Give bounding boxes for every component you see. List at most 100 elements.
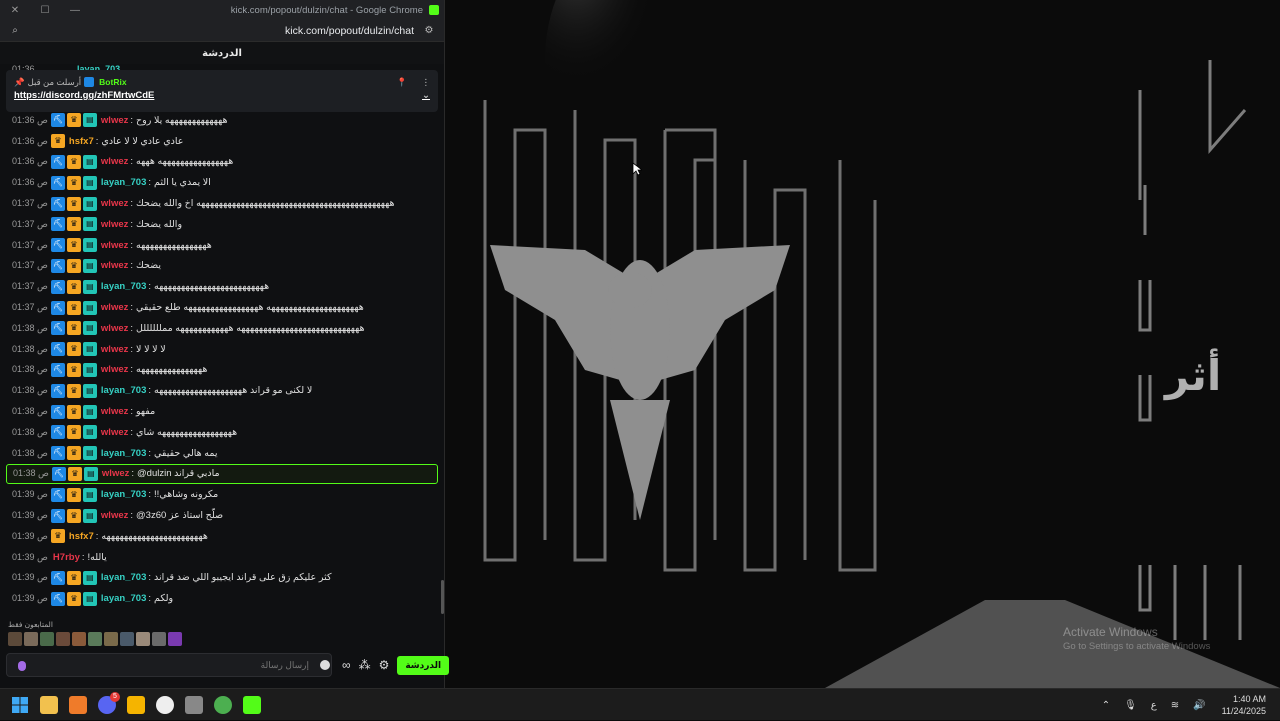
message-username[interactable]: layan_703 (101, 177, 146, 188)
chat-message[interactable]: 01:38 ص ⛏ ♛ ▤ wlwez: لا لا لا لا (6, 339, 438, 360)
search-icon[interactable]: ⌕ (8, 25, 22, 36)
chat-message[interactable]: 01:37 ص ⛏ ♛ ▤ wlwez: والله يضحك (6, 214, 438, 235)
emote[interactable] (152, 632, 166, 646)
chat-message[interactable]: 01:38 ص ⛏ ♛ ▤ layan_703: لا لكنى مو قراند ههه… (6, 380, 438, 401)
message-username[interactable]: wlwez (101, 344, 128, 355)
message-username[interactable]: wlwez (101, 198, 128, 209)
office-app-icon[interactable] (69, 695, 87, 714)
message-username[interactable]: layan_703 (101, 572, 146, 583)
followers-only-label: المتابعون فقط (8, 620, 53, 629)
message-username[interactable]: wlwez (102, 468, 129, 479)
gold-badge-icon: ♛ (66, 175, 81, 190)
message-username[interactable]: layan_703 (101, 593, 146, 604)
microphone-icon[interactable] (18, 661, 26, 671)
chat-message[interactable]: 01:36 ص ⛏ ♛ ▤ layan_703: الا يمدي يا الثم (6, 172, 438, 193)
microphone-tray-icon[interactable]: 🎙 (1124, 700, 1137, 711)
send-chat-button[interactable]: الدردشة (397, 655, 450, 675)
message-username[interactable]: wlwez (101, 219, 128, 230)
input-language[interactable]: ع (1151, 700, 1157, 711)
chat-message[interactable]: 01:39 ص ♛ hsfx7: هههههههههههههههههههههههه (6, 526, 438, 547)
chat-message[interactable]: 01:36 ص ⛏ ♛ ▤ wlwez: ههههههههههههههههه هههه (6, 152, 438, 173)
message-username[interactable]: wlwez (101, 427, 128, 438)
app-icon[interactable] (185, 695, 203, 714)
chat-message[interactable]: 01:39 ص ⛏ ♛ ▤ layan_703: !!مكرونه وشاهي (6, 484, 438, 505)
chat-message[interactable]: 01:38 ص ⛏ ♛ ▤ wlwez: هههههههههههههههههه شاي (6, 422, 438, 443)
maximize-window-button[interactable]: ☐ (30, 0, 60, 20)
message-username[interactable]: hsfx7 (69, 136, 94, 147)
chat-message[interactable]: 01:39 ص ⛏ ♛ ▤ wlwez: @3z60 صلّح استاذ عز (6, 505, 438, 526)
emote[interactable] (56, 632, 70, 646)
chat-message[interactable]: 01:36 ص ♛ hsfx7: عادي عادي لا لا عادي (6, 131, 438, 152)
message-username[interactable]: wlwez (101, 364, 128, 375)
chat-message[interactable]: 01:37 ص ⛏ ♛ ▤ wlwez: ههههههههههههههههه (6, 235, 438, 256)
emote[interactable] (88, 632, 102, 646)
pin-toggle-icon[interactable]: 📍 (397, 77, 408, 88)
emoji-picker-icon[interactable] (320, 660, 330, 670)
kick-app-icon[interactable] (243, 695, 261, 714)
message-timestamp: 01:39 ص (12, 530, 48, 541)
emote[interactable] (120, 632, 134, 646)
message-username[interactable]: layan_703 (101, 385, 146, 396)
emote[interactable] (24, 632, 38, 646)
message-username[interactable]: hsfx7 (69, 531, 94, 542)
chevron-up-icon[interactable]: ⌃ (1102, 700, 1110, 711)
site-settings-icon[interactable]: ⚙ (422, 25, 436, 36)
chat-message[interactable]: 01:39 ص ⛏ ♛ ▤ layan_703: كثر عليكم زق على قرا… (6, 568, 438, 589)
message-username[interactable]: wlwez (101, 156, 128, 167)
url-text[interactable]: kick.com/popout/dulzin/chat (22, 25, 422, 37)
chat-message[interactable]: 01:37 ص ⛏ ♛ ▤ wlwez: يضحك (6, 256, 438, 277)
message-username[interactable]: layan_703 (101, 281, 146, 292)
chat-message[interactable]: 01:37 ص ⛏ ♛ ▤ layan_703: هههههههههههههههههههه… (6, 276, 438, 297)
emote[interactable] (168, 632, 182, 646)
chat-message[interactable]: 01:38 ص ⛏ ♛ ▤ wlwez: @dulzin مادبي قراند (6, 463, 438, 485)
chat-message[interactable]: 01:38 ص ⛏ ♛ ▤ layan_703: يمه هالي حقيقي (6, 443, 438, 464)
pinned-message: 📌 أرسلت من قبل BotRix 📍 ⋮ https://discor… (6, 70, 438, 112)
app-icon[interactable] (127, 695, 145, 714)
gold-badge-icon: ♛ (66, 113, 81, 128)
chevron-down-icon[interactable]: ⌄ (422, 90, 430, 101)
teal-badge-icon: ▤ (82, 175, 97, 190)
message-text: يمه هالي حقيقي (154, 447, 218, 459)
chat-message[interactable]: 01:38 ص ⛏ ♛ ▤ wlwez: هههههههههههههههه (6, 360, 438, 381)
emote[interactable] (136, 632, 150, 646)
chat-message[interactable]: 01:36 ص ⛏ ♛ ▤ wlwez: هههههههههههههه يلا روح (6, 110, 438, 131)
message-username[interactable]: wlwez (101, 260, 128, 271)
message-username[interactable]: H7rby (53, 552, 80, 563)
emote[interactable] (104, 632, 118, 646)
chat-message-input[interactable] (6, 653, 332, 677)
message-username[interactable]: wlwez (101, 302, 128, 313)
infinity-icon[interactable]: ∞ (342, 658, 351, 672)
emote[interactable] (72, 632, 86, 646)
chat-message[interactable]: 01:37 ص ⛏ ♛ ▤ wlwez: هههههههههههههههههههههه ه… (6, 297, 438, 318)
chat-message[interactable]: 01:38 ص ⛏ ♛ ▤ wlwez: هههههههههههههههههههههههه… (6, 318, 438, 339)
message-username[interactable]: wlwez (101, 510, 128, 521)
message-username[interactable]: wlwez (101, 240, 128, 251)
close-window-button[interactable]: ✕ (0, 0, 30, 20)
obs-icon[interactable] (156, 695, 174, 714)
message-username[interactable]: layan_703 (101, 489, 146, 500)
more-options-icon[interactable]: ⋮ (422, 77, 431, 88)
chrome-icon[interactable] (214, 695, 232, 714)
chat-message[interactable]: 01:38 ص ⛏ ♛ ▤ wlwez: مفهو (6, 401, 438, 422)
pinned-link[interactable]: https://discord.gg/zhFMrtwCdE (14, 90, 154, 101)
chat-scrollbar[interactable] (441, 580, 444, 614)
chat-message[interactable]: 01:39 ص H7rby: !يالله (6, 547, 438, 568)
taskbar-clock[interactable]: 1:40 AM 11/24/2025 (1222, 693, 1266, 717)
emote[interactable] (8, 632, 22, 646)
message-username[interactable]: wlwez (101, 323, 128, 334)
pinned-username[interactable]: BotRix (99, 77, 126, 87)
chat-message[interactable]: 01:37 ص ⛏ ♛ ▤ wlwez: هههههههههههههههههههههههه… (6, 193, 438, 214)
wifi-icon[interactable]: ≋ (1171, 700, 1179, 711)
message-username[interactable]: layan_703 (101, 448, 146, 459)
emote[interactable] (40, 632, 54, 646)
message-username[interactable]: wlwez (101, 406, 128, 417)
gear-icon[interactable]: ⚙ (379, 658, 390, 672)
chat-message[interactable]: 01:39 ص ⛏ ♛ ▤ layan_703: ولكم (6, 588, 438, 609)
kick-points-icon[interactable]: ⁂ (359, 658, 371, 672)
minimize-window-button[interactable]: — (60, 0, 90, 20)
message-username[interactable]: wlwez (101, 115, 128, 126)
file-explorer-icon[interactable] (40, 695, 58, 714)
windows-start-icon[interactable] (11, 696, 29, 714)
discord-icon[interactable]: 5 (98, 691, 120, 714)
volume-icon[interactable]: 🔊 (1193, 700, 1205, 711)
